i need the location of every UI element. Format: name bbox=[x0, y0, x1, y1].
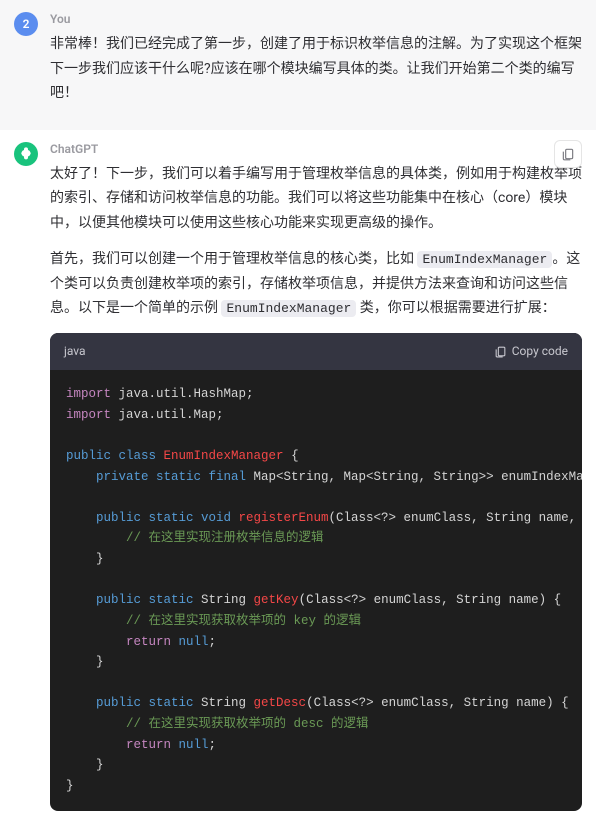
assistant-paragraph-2: 首先，我们可以创建一个用于管理枚举信息的核心类，比如 EnumIndexMana… bbox=[50, 247, 582, 321]
assistant-avatar bbox=[14, 142, 38, 166]
assistant-paragraph-1: 太好了！下一步，我们可以着手编写用于管理枚举信息的具体类，例如用于构建枚举项的索… bbox=[50, 162, 582, 236]
assistant-text: 太好了！下一步，我们可以着手编写用于管理枚举信息的具体类，例如用于构建枚举项的索… bbox=[50, 162, 582, 811]
user-message-body: You 非常棒！我们已经完成了第一步，创建了用于标识枚举信息的注解。为了实现这个… bbox=[50, 12, 582, 118]
assistant-sender-label: ChatGPT bbox=[50, 142, 582, 156]
user-sender-label: You bbox=[50, 12, 582, 26]
text-span: 首先，我们可以创建一个用于管理枚举信息的核心类，比如 bbox=[50, 251, 417, 267]
code-header: java Copy code bbox=[50, 333, 582, 370]
inline-code: EnumIndexManager bbox=[221, 300, 356, 317]
assistant-message: ChatGPT 太好了！下一步，我们可以着手编写用于管理枚举信息的具体类，例如用… bbox=[0, 130, 596, 823]
assistant-message-body: ChatGPT 太好了！下一步，我们可以着手编写用于管理枚举信息的具体类，例如用… bbox=[50, 142, 582, 811]
code-lang-label: java bbox=[64, 341, 86, 362]
copy-message-button[interactable] bbox=[554, 140, 582, 168]
copy-code-label: Copy code bbox=[512, 341, 568, 362]
user-paragraph: 非常棒！我们已经完成了第一步，创建了用于标识枚举信息的注解。为了实现这个框架下一… bbox=[50, 32, 582, 106]
user-message: 2 You 非常棒！我们已经完成了第一步，创建了用于标识枚举信息的注解。为了实现… bbox=[0, 0, 596, 130]
clipboard-icon bbox=[561, 147, 575, 161]
clipboard-icon bbox=[494, 345, 507, 358]
user-avatar: 2 bbox=[14, 12, 38, 36]
code-content[interactable]: import java.util.HashMap; import java.ut… bbox=[50, 370, 582, 811]
code-block: java Copy code import java.util.HashMap;… bbox=[50, 333, 582, 811]
copy-code-button[interactable]: Copy code bbox=[494, 341, 568, 362]
text-span: 类，你可以根据需要进行扩展： bbox=[356, 300, 555, 316]
user-text: 非常棒！我们已经完成了第一步，创建了用于标识枚举信息的注解。为了实现这个框架下一… bbox=[50, 32, 582, 106]
inline-code: EnumIndexManager bbox=[417, 251, 552, 268]
gpt-logo-icon bbox=[18, 146, 34, 162]
